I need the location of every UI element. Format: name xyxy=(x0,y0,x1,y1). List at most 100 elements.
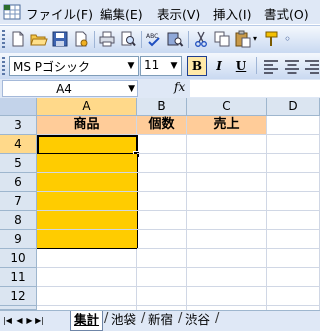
grid-cell[interactable] xyxy=(267,268,320,287)
grid-cell[interactable] xyxy=(267,135,320,154)
cell-b3[interactable]: 個数 xyxy=(137,116,187,135)
grid-cell[interactable] xyxy=(267,154,320,173)
toolbar-grip[interactable] xyxy=(2,57,5,76)
paste-icon[interactable] xyxy=(234,30,252,48)
menu-insert[interactable]: 挿入(I) xyxy=(213,4,251,23)
next-sheet-icon[interactable]: ▶ xyxy=(25,315,34,327)
row-header-8[interactable]: 8 xyxy=(0,211,37,230)
grid-cell[interactable] xyxy=(187,249,267,268)
cell-a9[interactable] xyxy=(37,230,138,249)
toolbar-overflow-icon[interactable]: ◦ xyxy=(284,32,291,46)
underline-button[interactable]: U xyxy=(231,56,251,76)
menu-format[interactable]: 書式(O) xyxy=(264,4,309,23)
research-icon[interactable] xyxy=(166,30,184,48)
column-header-d[interactable]: D xyxy=(267,98,320,116)
row-header-9[interactable]: 9 xyxy=(0,230,37,249)
standard-toolbar: ABC ▾ ◦ xyxy=(0,25,320,54)
row-header-6[interactable]: 6 xyxy=(0,173,37,192)
align-right-icon[interactable] xyxy=(303,58,320,76)
row-header-11[interactable]: 11 xyxy=(0,268,37,287)
cell-a5[interactable] xyxy=(37,154,138,173)
chevron-down-icon[interactable]: ▼ xyxy=(128,82,135,96)
grid-cell[interactable] xyxy=(267,192,320,211)
cell-d3[interactable] xyxy=(267,116,320,135)
excel-app-icon[interactable] xyxy=(3,3,21,21)
cell-a7[interactable] xyxy=(37,192,138,211)
italic-button[interactable]: I xyxy=(209,56,229,76)
grid-cell[interactable] xyxy=(137,268,187,287)
grid-cell[interactable] xyxy=(137,211,187,230)
grid-cell[interactable] xyxy=(267,211,320,230)
row-header-3[interactable]: 3 xyxy=(0,116,37,135)
formula-input[interactable] xyxy=(190,80,320,97)
select-all-corner[interactable] xyxy=(0,98,37,116)
print-preview-icon[interactable] xyxy=(119,30,137,48)
name-box[interactable]: A4 ▼ xyxy=(2,80,138,97)
cell-a8[interactable] xyxy=(37,211,138,230)
save-icon[interactable] xyxy=(51,30,69,48)
spelling-icon[interactable]: ABC xyxy=(145,30,163,48)
grid-cell[interactable] xyxy=(137,173,187,192)
grid-cell[interactable] xyxy=(267,230,320,249)
bold-button[interactable]: B xyxy=(187,56,207,76)
grid-cell[interactable] xyxy=(187,211,267,230)
sheet-tab-shinjuku[interactable]: 新宿 xyxy=(145,311,176,330)
permission-icon[interactable] xyxy=(72,30,90,48)
grid-cell[interactable] xyxy=(187,135,267,154)
menu-file[interactable]: ファイル(F) xyxy=(26,4,93,23)
grid-cell[interactable] xyxy=(187,192,267,211)
grid-cell[interactable] xyxy=(37,268,137,287)
prev-sheet-icon[interactable]: ◀ xyxy=(15,315,24,327)
font-size-combo[interactable]: 11 ▼ xyxy=(140,56,182,76)
cut-icon[interactable] xyxy=(192,30,210,48)
grid-cell[interactable] xyxy=(187,230,267,249)
format-painter-icon[interactable] xyxy=(262,30,280,48)
grid-cell[interactable] xyxy=(137,230,187,249)
chevron-down-icon[interactable]: ▼ xyxy=(168,58,180,74)
new-file-icon[interactable] xyxy=(9,30,27,48)
paste-dropdown-icon[interactable]: ▾ xyxy=(253,34,257,43)
grid-cell[interactable] xyxy=(267,173,320,192)
menu-edit[interactable]: 編集(E) xyxy=(100,4,143,23)
column-header-c[interactable]: C xyxy=(187,98,267,116)
row-header-5[interactable]: 5 xyxy=(0,154,37,173)
grid-cell[interactable] xyxy=(137,287,187,306)
first-sheet-icon[interactable]: |◀ xyxy=(3,315,12,327)
row-header-10[interactable]: 10 xyxy=(0,249,37,268)
menu-view[interactable]: 表示(V) xyxy=(157,4,200,23)
row-header-7[interactable]: 7 xyxy=(0,192,37,211)
grid-cell[interactable] xyxy=(137,154,187,173)
copy-icon[interactable] xyxy=(213,30,231,48)
grid-cell[interactable] xyxy=(187,173,267,192)
cell-a6[interactable] xyxy=(37,173,138,192)
grid-cell[interactable] xyxy=(267,287,320,306)
sheet-tab-shibuya[interactable]: 渋谷 xyxy=(182,311,213,330)
align-left-icon[interactable] xyxy=(262,58,280,76)
row-header-4[interactable]: 4 xyxy=(0,135,37,154)
print-icon[interactable] xyxy=(98,30,116,48)
font-name-combo[interactable]: MS Pゴシック ▼ xyxy=(9,56,139,76)
column-header-a[interactable]: A xyxy=(37,98,137,116)
cell-a4-selected[interactable] xyxy=(37,135,138,155)
toolbar-grip[interactable] xyxy=(2,30,5,49)
insert-function-icon[interactable]: fx xyxy=(174,80,185,94)
grid-cell[interactable] xyxy=(187,268,267,287)
grid-cell[interactable] xyxy=(37,287,137,306)
grid-cell[interactable] xyxy=(137,192,187,211)
grid-cell[interactable] xyxy=(187,287,267,306)
last-sheet-icon[interactable]: ▶| xyxy=(35,315,44,327)
sheet-tab-summary[interactable]: 集計 xyxy=(70,311,104,331)
column-header-b[interactable]: B xyxy=(137,98,187,116)
align-center-icon[interactable] xyxy=(283,58,301,76)
grid-cell[interactable] xyxy=(267,249,320,268)
row-header-12[interactable]: 12 xyxy=(0,287,37,306)
sheet-tab-ikebukuro[interactable]: 池袋 xyxy=(108,311,139,330)
cell-c3[interactable]: 売上 xyxy=(187,116,267,135)
grid-cell[interactable] xyxy=(37,249,137,268)
grid-cell[interactable] xyxy=(137,135,187,154)
chevron-down-icon[interactable]: ▼ xyxy=(125,58,137,74)
grid-cell[interactable] xyxy=(137,249,187,268)
grid-cell[interactable] xyxy=(187,154,267,173)
open-folder-icon[interactable] xyxy=(30,30,48,48)
cell-a3[interactable]: 商品 xyxy=(37,116,137,135)
